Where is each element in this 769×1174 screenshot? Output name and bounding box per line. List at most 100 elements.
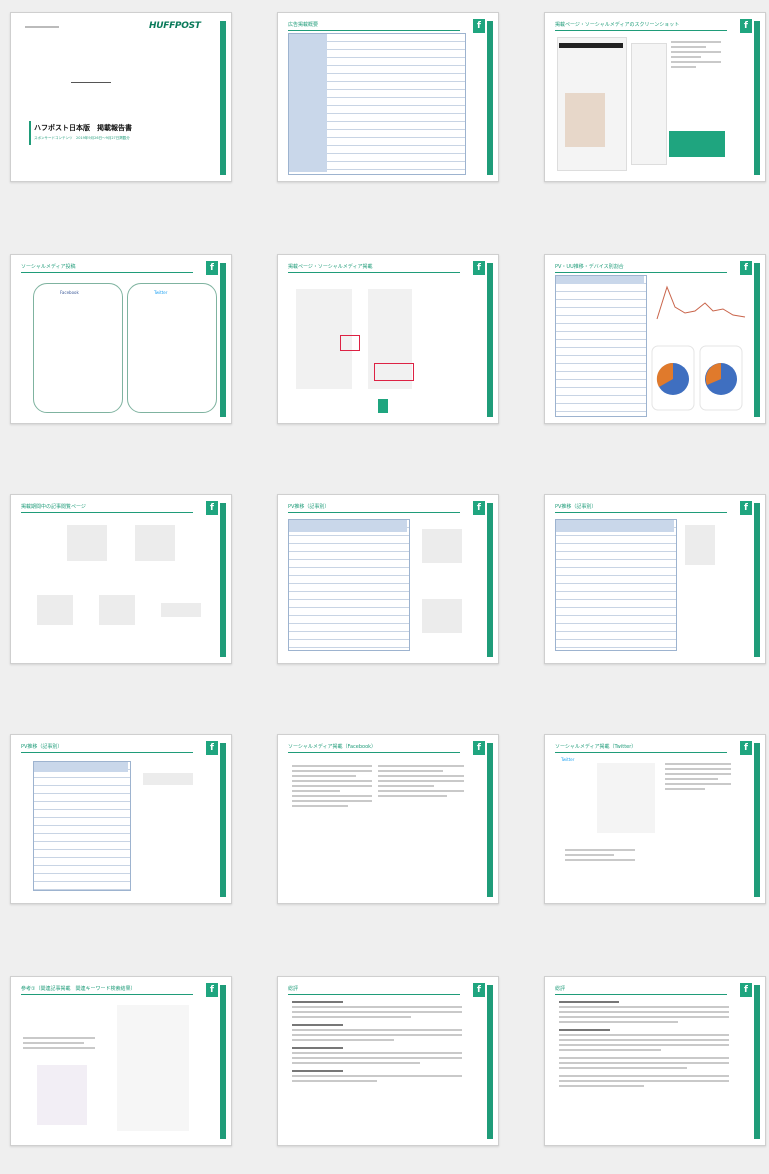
accent-bar: [220, 985, 226, 1139]
accent-bar: [754, 503, 760, 657]
slide-thumbnail-2[interactable]: f 広告掲載概要: [277, 12, 499, 182]
slide-title: ソーシャルメディア掲載（Twitter）: [555, 744, 637, 750]
article-image: [565, 93, 605, 147]
article-image: [422, 599, 462, 633]
slide-thumbnail-6[interactable]: f PV・UU推移・デバイス別割合: [544, 254, 766, 424]
logo-icon: f: [473, 261, 485, 275]
accent-bar: [487, 743, 493, 897]
brand-logo: HUFFPOST: [149, 21, 201, 31]
slide-title: 総評: [288, 986, 299, 992]
slide-title: ソーシャルメディア投稿: [21, 264, 76, 270]
tweet-card: [597, 763, 655, 833]
accent-bar: [487, 263, 493, 417]
report-subtitle: スポンサードコンテンツ 2019年9月26日〜9月27日掲載分: [34, 136, 130, 140]
article-image: [685, 525, 715, 565]
facebook-post: [292, 765, 372, 810]
table-header-column: [289, 34, 327, 172]
slide-thumbnail-12[interactable]: f ソーシャルメディア掲載（Twitter） Twitter: [544, 734, 766, 904]
accent-bar: [754, 263, 760, 417]
title-rule: [21, 512, 193, 513]
logo-icon: f: [473, 19, 485, 33]
logo-icon: f: [206, 501, 218, 515]
title-rule: [288, 512, 460, 513]
table-header-row: [289, 520, 407, 532]
accent-bar: [487, 985, 493, 1139]
thumbnail-image: [37, 595, 73, 625]
summary-text: [559, 1001, 729, 1090]
slide-thumbnail-3[interactable]: f 掲載ページ・ソーシャルメディアのスクリーンショット: [544, 12, 766, 182]
slide-thumbnail-13[interactable]: f 参考①（関連記事掲載 関連キーワード検索結果）: [10, 976, 232, 1146]
logo-icon: f: [206, 741, 218, 755]
slide-thumbnail-8[interactable]: f PV推移（記事別）: [277, 494, 499, 664]
slide-thumbnail-7[interactable]: f 掲載期間中の記事閲覧ページ: [10, 494, 232, 664]
logo-icon: f: [740, 501, 752, 515]
twitter-panel: Twitter: [127, 283, 217, 413]
client-underline: [71, 82, 111, 83]
facebook-comments: [378, 765, 464, 800]
slide-thumbnail-15[interactable]: f 総評: [544, 976, 766, 1146]
site-header: [559, 43, 623, 48]
slide-thumbnail-11[interactable]: f ソーシャルメディア掲載（Facebook）: [277, 734, 499, 904]
slide-thumbnail-1[interactable]: HUFFPOST ハフポスト日本版 掲載報告書 スポンサードコンテンツ 2019…: [10, 12, 232, 182]
tweet-text: [665, 763, 731, 793]
logo-icon: f: [740, 741, 752, 755]
device-pie-chart: [651, 345, 695, 411]
table-header-row: [556, 276, 644, 284]
pv-table: [33, 761, 131, 891]
stats-box: [669, 131, 725, 157]
title-rule: [288, 752, 460, 753]
slide-title: PV推移（記事別）: [555, 504, 597, 510]
title-rule: [288, 272, 460, 273]
title-rule: [288, 994, 460, 995]
retweet-list: [565, 849, 635, 864]
slide-title: 掲載ページ・ソーシャルメディア掲載: [288, 264, 373, 270]
slide-thumbnail-9[interactable]: f PV推移（記事別）: [544, 494, 766, 664]
slide-title: 掲載ページ・ソーシャルメディアのスクリーンショット: [555, 22, 680, 28]
highlight-box: [340, 335, 360, 351]
accent-bar: [487, 21, 493, 175]
article-image: [422, 529, 462, 563]
slide-thumbnail-14[interactable]: f 総評: [277, 976, 499, 1146]
slide-title: 総評: [555, 986, 566, 992]
title-rule: [555, 994, 727, 995]
title-rule: [21, 994, 193, 995]
logo-icon: f: [740, 983, 752, 997]
slide-title: PV推移（記事別）: [288, 504, 330, 510]
title-rule: [288, 30, 460, 31]
search-results-screenshot: [117, 1005, 189, 1131]
slide-title: 広告掲載概要: [288, 22, 319, 28]
logo-mark-icon: [378, 399, 388, 413]
accent-bar: [220, 503, 226, 657]
title-marker: [29, 121, 31, 145]
twitter-label: Twitter: [154, 290, 168, 295]
accent-bar: [754, 743, 760, 897]
title-rule: [555, 272, 727, 273]
logo-icon: f: [206, 983, 218, 997]
search-results: [37, 1065, 87, 1125]
title-rule: [21, 272, 193, 273]
table-header-row: [556, 520, 674, 532]
thumbnail-image: [161, 603, 201, 617]
slide-thumbnail-10[interactable]: f PV推移（記事別）: [10, 734, 232, 904]
slide-thumbnail-5[interactable]: f 掲載ページ・ソーシャルメディア掲載: [277, 254, 499, 424]
thumbnail-image: [135, 525, 175, 561]
logo-icon: f: [740, 19, 752, 33]
logo-icon: f: [473, 983, 485, 997]
title-rule: [555, 30, 727, 31]
logo-icon: f: [473, 741, 485, 755]
table-header-row: [34, 762, 128, 772]
twitter-label: Twitter: [561, 757, 575, 762]
summary-text: [292, 1001, 462, 1085]
date-text: [25, 26, 59, 28]
facebook-panel: Facebook: [33, 283, 123, 413]
thumbnail-image: [99, 595, 135, 625]
pv-line-chart: [656, 285, 746, 320]
mobile-screenshot: [631, 43, 667, 165]
accent-bar: [754, 21, 760, 175]
device-pie-chart: [699, 345, 743, 411]
pv-table: [555, 275, 647, 417]
title-rule: [555, 752, 727, 753]
article-image: [143, 773, 193, 785]
logo-icon: f: [740, 261, 752, 275]
slide-thumbnail-4[interactable]: f ソーシャルメディア投稿 Facebook Twitter: [10, 254, 232, 424]
